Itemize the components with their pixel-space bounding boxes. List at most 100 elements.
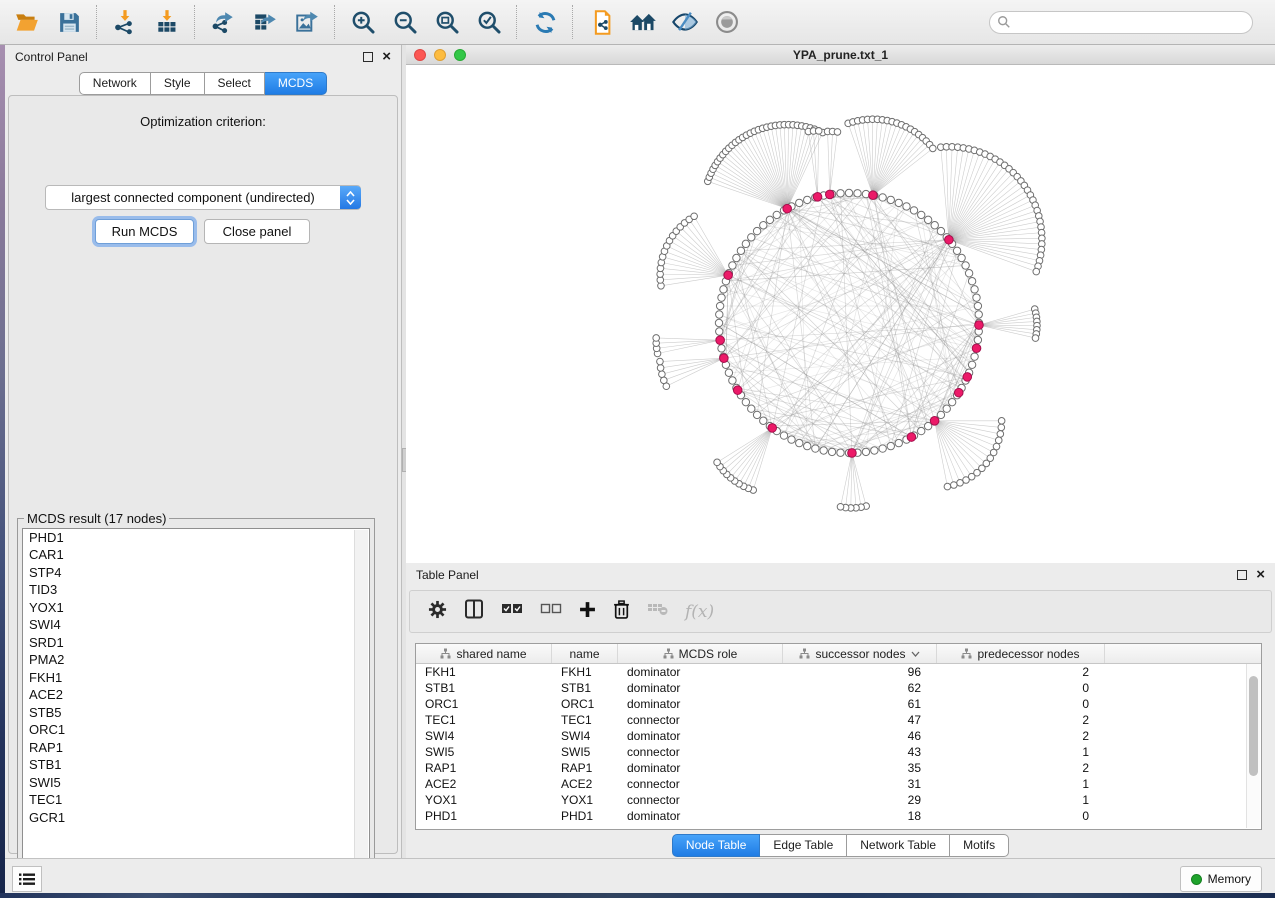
zoom-out-button[interactable]	[391, 8, 419, 36]
network-graph[interactable]	[406, 65, 1275, 564]
close-panel-button[interactable]: Close panel	[204, 219, 310, 244]
function-builder-button[interactable]: f(x)	[685, 602, 714, 622]
memory-button[interactable]: Memory	[1180, 866, 1262, 892]
table-row[interactable]: SWI5SWI5connector431	[416, 744, 1261, 760]
save-session-button[interactable]	[55, 8, 83, 36]
deselect-all-button[interactable]	[540, 602, 562, 621]
tab-network-table[interactable]: Network Table	[847, 834, 950, 857]
column-header-name[interactable]: name	[552, 644, 618, 663]
mcds-result-item[interactable]: SRD1	[23, 634, 369, 652]
hide-selection-button[interactable]	[671, 8, 699, 36]
cell-successor-nodes: 96	[783, 665, 937, 679]
zoom-out-icon	[392, 9, 419, 36]
run-mcds-button[interactable]: Run MCDS	[95, 219, 194, 244]
table-row[interactable]: TEC1TEC1connector472	[416, 712, 1261, 728]
cell-predecessor-nodes: 2	[937, 665, 1105, 679]
mcds-result-item[interactable]: STP4	[23, 564, 369, 582]
float-panel-icon[interactable]	[363, 52, 373, 62]
apply-layout-button[interactable]	[531, 8, 559, 36]
mcds-result-item[interactable]: CAR1	[23, 547, 369, 565]
mcds-result-item[interactable]: SWI4	[23, 617, 369, 635]
cell-MCDS-role: dominator	[618, 729, 783, 743]
mcds-result-list[interactable]: PHD1CAR1STP4TID3YOX1SWI4SRD1PMA2FKH1ACE2…	[22, 528, 370, 860]
table-body: FKH1FKH1dominator962STB1STB1dominator620…	[416, 664, 1261, 824]
column-header-MCDS-role[interactable]: MCDS role	[618, 644, 783, 663]
column-header-shared-name[interactable]: shared name	[416, 644, 552, 663]
cell-MCDS-role: connector	[618, 745, 783, 759]
zoom-fit-button[interactable]	[433, 8, 461, 36]
mcds-result-item[interactable]: YOX1	[23, 599, 369, 617]
column-header-successor-nodes[interactable]: successor nodes	[783, 644, 937, 663]
cell-shared-name: SWI4	[416, 729, 552, 743]
tab-node-table[interactable]: Node Table	[672, 834, 761, 857]
add-column-button[interactable]	[579, 601, 596, 623]
export-network-button[interactable]	[209, 8, 237, 36]
table-settings-button[interactable]	[428, 600, 447, 624]
import-network-button[interactable]	[111, 8, 139, 36]
mcds-result-item[interactable]: RAP1	[23, 739, 369, 757]
tab-edge-table[interactable]: Edge Table	[760, 834, 847, 857]
mcds-result-item[interactable]: TEC1	[23, 792, 369, 810]
mcds-result-item[interactable]: STB1	[23, 757, 369, 775]
network-from-file-button[interactable]	[587, 8, 615, 36]
close-panel-icon[interactable]: ×	[1256, 570, 1265, 580]
table-row[interactable]: YOX1YOX1connector291	[416, 792, 1261, 808]
table-row[interactable]: RAP1RAP1dominator352	[416, 760, 1261, 776]
home-button[interactable]	[629, 8, 657, 36]
table-row[interactable]: SWI4SWI4dominator462	[416, 728, 1261, 744]
node-table: shared namenameMCDS rolesuccessor nodesp…	[415, 643, 1262, 830]
mcds-result-item[interactable]: GCR1	[23, 809, 369, 827]
mcds-result-item[interactable]: PHD1	[23, 529, 369, 547]
mcds-result-item[interactable]: SWI5	[23, 774, 369, 792]
cell-shared-name: ORC1	[416, 697, 552, 711]
tab-style[interactable]: Style	[151, 72, 205, 95]
open-file-button[interactable]	[13, 8, 41, 36]
desktop: Control Panel × NetworkStyleSelectMCDS O…	[0, 0, 1275, 898]
control-panel: Control Panel × NetworkStyleSelectMCDS O…	[5, 45, 401, 858]
export-table-button[interactable]	[251, 8, 279, 36]
table-scrollbar[interactable]	[1246, 664, 1260, 828]
tab-select[interactable]: Select	[205, 72, 265, 95]
network-canvas[interactable]	[406, 65, 1275, 564]
cell-successor-nodes: 29	[783, 793, 937, 807]
mcds-result-item[interactable]: ACE2	[23, 687, 369, 705]
cell-MCDS-role: connector	[618, 777, 783, 791]
table-row[interactable]: ORC1ORC1dominator610	[416, 696, 1261, 712]
criterion-select[interactable]: largest connected component (undirected)	[45, 185, 361, 210]
show-selection-button[interactable]	[713, 8, 741, 36]
table-scrollbar-thumb[interactable]	[1249, 676, 1258, 776]
close-panel-icon[interactable]: ×	[382, 52, 391, 62]
select-all-button[interactable]	[501, 602, 523, 621]
delete-table-icon	[647, 602, 668, 616]
mcds-result-item[interactable]: STB5	[23, 704, 369, 722]
table-row[interactable]: PHD1PHD1dominator180	[416, 808, 1261, 824]
tab-motifs[interactable]: Motifs	[950, 834, 1009, 857]
table-row[interactable]: STB1STB1dominator620	[416, 680, 1261, 696]
network-titlebar[interactable]: YPA_prune.txt_1	[406, 45, 1275, 65]
zoom-selected-button[interactable]	[475, 8, 503, 36]
table-row[interactable]: ACE2ACE2connector311	[416, 776, 1261, 792]
tab-network[interactable]: Network	[79, 72, 151, 95]
cell-successor-nodes: 18	[783, 809, 937, 823]
export-image-button[interactable]	[293, 8, 321, 36]
list-icon	[19, 873, 35, 886]
zoom-fit-icon	[434, 9, 461, 36]
task-history-button[interactable]	[12, 866, 42, 892]
mcds-result-item[interactable]: PMA2	[23, 652, 369, 670]
mcds-result-title: MCDS result (17 nodes)	[24, 511, 169, 526]
cell-MCDS-role: connector	[618, 793, 783, 807]
table-row[interactable]: FKH1FKH1dominator962	[416, 664, 1261, 680]
float-panel-icon[interactable]	[1237, 570, 1247, 580]
delete-column-button[interactable]	[613, 600, 630, 624]
mcds-result-item[interactable]: ORC1	[23, 722, 369, 740]
import-table-button[interactable]	[153, 8, 181, 36]
show-columns-button[interactable]	[464, 599, 484, 624]
search-input[interactable]	[989, 11, 1253, 34]
mcds-result-item[interactable]: TID3	[23, 582, 369, 600]
tab-mcds[interactable]: MCDS	[265, 72, 327, 95]
mcds-list-scrollbar[interactable]	[354, 530, 368, 858]
column-header-predecessor-nodes[interactable]: predecessor nodes	[937, 644, 1105, 663]
delete-table-button[interactable]	[647, 602, 668, 621]
zoom-in-button[interactable]	[349, 8, 377, 36]
mcds-result-item[interactable]: FKH1	[23, 669, 369, 687]
